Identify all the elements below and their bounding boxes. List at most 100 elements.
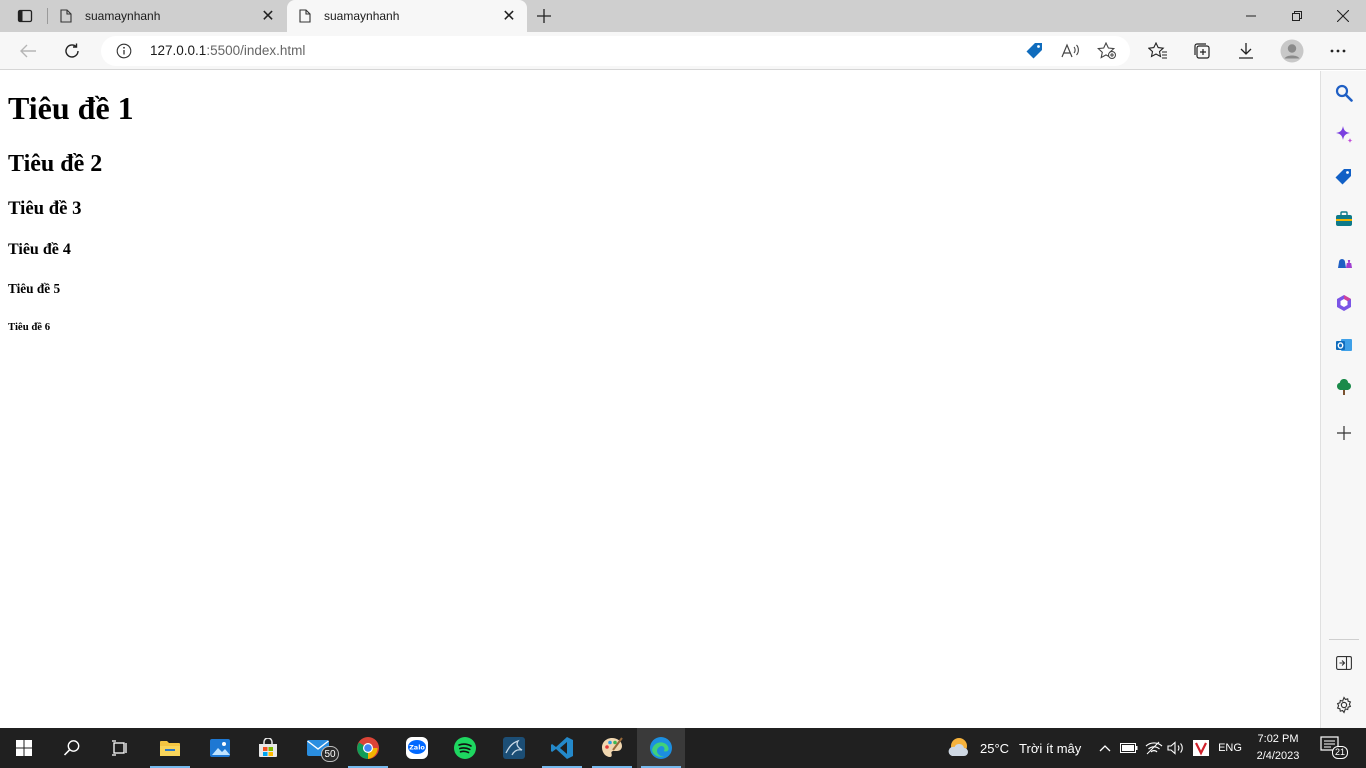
browser-toolbar: 127.0.0.1:5500/index.html xyxy=(0,32,1366,70)
weather-partly-cloudy-icon xyxy=(948,738,968,756)
page-icon xyxy=(58,8,74,24)
minimize-icon xyxy=(1246,15,1256,17)
address-bar[interactable]: 127.0.0.1:5500/index.html xyxy=(101,36,1130,66)
sidebar-divider xyxy=(1329,639,1359,640)
address-url[interactable]: 127.0.0.1:5500/index.html xyxy=(150,43,305,58)
photos-app[interactable] xyxy=(196,728,244,768)
spotify-app[interactable] xyxy=(441,728,489,768)
new-tab-button[interactable] xyxy=(530,4,558,28)
vscode-icon xyxy=(551,737,573,759)
mail-unread-badge: 50 xyxy=(321,746,339,762)
read-aloud-icon[interactable] xyxy=(1060,41,1082,61)
close-window-button[interactable] xyxy=(1320,0,1366,32)
minimize-button[interactable] xyxy=(1228,0,1274,32)
sidebar-tools-icon[interactable] xyxy=(1332,207,1356,231)
heading-1: Tiêu đề 1 xyxy=(8,90,134,126)
heading-5: Tiêu đề 5 xyxy=(8,281,61,296)
database-app-icon xyxy=(503,737,525,759)
download-icon xyxy=(1239,43,1253,59)
battery-icon[interactable] xyxy=(1119,738,1139,758)
tab-2-close-icon[interactable]: ✕ xyxy=(497,4,521,28)
sidebar-copilot-icon[interactable] xyxy=(1332,123,1356,147)
sidebar-tree-icon[interactable] xyxy=(1332,375,1356,399)
profile-button[interactable] xyxy=(1276,35,1308,67)
taskbar-search-button[interactable] xyxy=(48,728,96,768)
settings-and-more-button[interactable] xyxy=(1322,35,1354,67)
back-arrow-icon xyxy=(20,44,36,58)
shopping-tag-icon[interactable] xyxy=(1024,41,1046,61)
sidebar-shopping-icon[interactable] xyxy=(1332,165,1356,189)
network-icon[interactable] xyxy=(1143,738,1165,758)
vscode-app[interactable] xyxy=(538,728,586,768)
start-button[interactable] xyxy=(0,728,48,768)
sidebar-search-icon[interactable] xyxy=(1332,81,1356,105)
weather-temperature: 25°C xyxy=(980,740,1010,756)
info-icon[interactable] xyxy=(116,43,132,59)
file-explorer-app[interactable] xyxy=(146,728,194,768)
sidebar-outlook-icon[interactable] xyxy=(1332,333,1356,357)
language-label: ENG xyxy=(1218,742,1242,754)
windows-taskbar: 50 Zalo 25°C Trời ít mây ENG 7:02 PM 2/4… xyxy=(0,728,1366,768)
spotify-icon xyxy=(454,737,476,759)
show-hidden-icons-button[interactable] xyxy=(1096,738,1114,758)
heading-3: Tiêu đề 3 xyxy=(8,198,82,219)
windows-logo-icon xyxy=(16,740,32,756)
volume-icon[interactable] xyxy=(1166,738,1186,758)
photos-icon xyxy=(210,739,230,757)
zalo-icon: Zalo xyxy=(406,737,428,759)
collections-button[interactable] xyxy=(1186,35,1218,67)
system-clock[interactable]: 7:02 PM 2/4/2023 xyxy=(1250,731,1306,765)
favorites-button[interactable] xyxy=(1142,35,1174,67)
clock-date: 2/4/2023 xyxy=(1256,750,1300,762)
vietnamese-input-icon[interactable] xyxy=(1191,738,1211,758)
svg-text:Zalo: Zalo xyxy=(409,744,425,752)
notification-count-badge: 21 xyxy=(1332,746,1349,759)
back-button[interactable] xyxy=(12,35,44,67)
chrome-app[interactable] xyxy=(344,728,392,768)
task-view-button[interactable] xyxy=(96,728,144,768)
restore-icon xyxy=(1292,11,1302,21)
tab-actions-button[interactable] xyxy=(10,5,40,27)
sidebar-hide-icon[interactable] xyxy=(1332,651,1356,675)
edge-icon xyxy=(650,737,672,759)
search-icon xyxy=(63,740,80,756)
tab-2-title: suamaynhanh xyxy=(324,9,400,23)
heading-6: Tiêu đề 6 xyxy=(8,321,51,333)
sidebar-office-icon[interactable] xyxy=(1332,291,1356,315)
favorites-icon xyxy=(1148,42,1167,59)
refresh-button[interactable] xyxy=(56,35,88,67)
mail-app[interactable]: 50 xyxy=(294,728,342,768)
sidebar-add-icon[interactable] xyxy=(1332,421,1356,445)
input-language-indicator[interactable]: ENG xyxy=(1214,738,1246,758)
paint-app[interactable] xyxy=(588,728,636,768)
folder-icon xyxy=(160,741,180,756)
zalo-app[interactable]: Zalo xyxy=(393,728,441,768)
tab-strip: suamaynhanh ✕ suamaynhanh ✕ xyxy=(0,0,1366,32)
plus-icon xyxy=(537,9,551,23)
edge-sidebar xyxy=(1320,71,1366,728)
more-icon xyxy=(1330,49,1346,53)
tab-1-title: suamaynhanh xyxy=(85,9,161,23)
downloads-button[interactable] xyxy=(1230,35,1262,67)
tab-actions-icon xyxy=(17,9,33,23)
clock-time: 7:02 PM xyxy=(1257,733,1299,745)
restore-button[interactable] xyxy=(1274,0,1320,32)
sidebar-settings-icon[interactable] xyxy=(1332,693,1356,717)
chrome-icon xyxy=(357,737,379,759)
tab-1[interactable]: suamaynhanh ✕ xyxy=(48,0,286,32)
tab-2[interactable]: suamaynhanh ✕ xyxy=(287,0,527,32)
page-content: Tiêu đề 1 Tiêu đề 2 Tiêu đề 3 Tiêu đề 4 … xyxy=(0,71,1320,728)
mysql-workbench-app[interactable] xyxy=(490,728,538,768)
add-favorite-icon[interactable] xyxy=(1096,41,1118,61)
close-icon xyxy=(1337,10,1349,22)
edge-app[interactable] xyxy=(637,728,685,768)
url-path: :5500/index.html xyxy=(206,43,306,58)
heading-2: Tiêu đề 2 xyxy=(8,151,103,177)
avatar-icon xyxy=(1280,39,1304,63)
tab-1-close-icon[interactable]: ✕ xyxy=(256,4,280,28)
weather-widget[interactable]: 25°C Trời ít mây xyxy=(946,728,1081,768)
sidebar-games-icon[interactable] xyxy=(1332,249,1356,273)
notification-center-button[interactable]: 21 xyxy=(1320,736,1349,760)
store-app[interactable] xyxy=(244,728,292,768)
page-icon xyxy=(297,8,313,24)
